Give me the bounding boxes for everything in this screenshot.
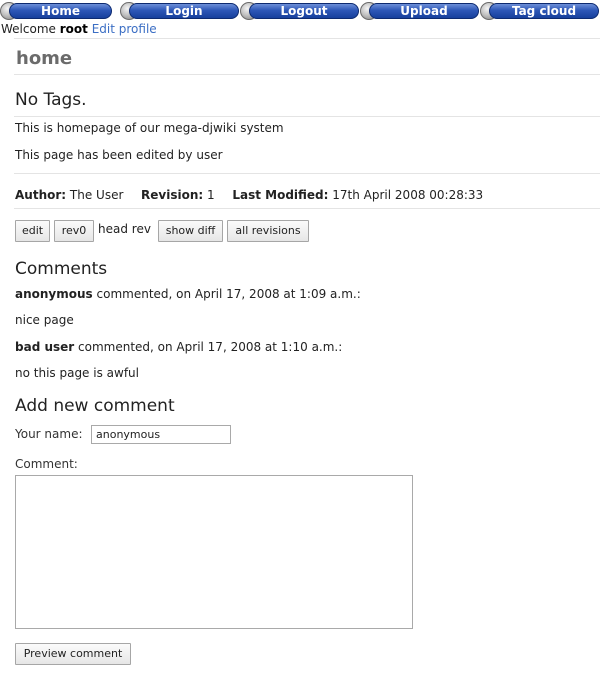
author-label: Author: xyxy=(15,188,67,202)
nav-tag-cloud-button[interactable]: Tag cloud xyxy=(489,3,599,19)
nav-login-button[interactable]: Login xyxy=(129,3,239,19)
nav-upload-button[interactable]: Upload xyxy=(369,3,479,19)
last-modified-value: 17th April 2008 00:28:33 xyxy=(332,188,484,202)
comment-text: no this page is awful xyxy=(15,366,139,380)
page-meta: Author: The User Revision: 1 Last Modifi… xyxy=(15,188,483,202)
divider xyxy=(14,38,600,39)
comment-text: nice page xyxy=(15,313,74,327)
edit-button[interactable]: edit xyxy=(15,220,50,242)
last-modified-label: Last Modified: xyxy=(232,188,329,202)
page-title: home xyxy=(16,48,73,69)
add-comment-heading: Add new comment xyxy=(15,396,175,416)
page-content-line-2: This page has been edited by user xyxy=(15,148,223,162)
all-revisions-button[interactable]: all revisions xyxy=(227,220,309,242)
show-diff-button[interactable]: show diff xyxy=(158,220,223,242)
name-label: Your name: xyxy=(15,427,83,441)
head-rev-label: head rev xyxy=(98,222,151,236)
nav-item-upload[interactable]: Upload xyxy=(360,1,480,21)
author-value: The User xyxy=(69,188,124,202)
top-nav: Home Login Logout Upload Tag cloud xyxy=(0,0,600,22)
nav-item-logout[interactable]: Logout xyxy=(240,1,360,21)
rev0-button[interactable]: rev0 xyxy=(54,220,94,242)
welcome-prefix: Welcome xyxy=(1,22,56,36)
revision-label: Revision: xyxy=(141,188,204,202)
welcome-username: root xyxy=(59,22,88,36)
preview-comment-button[interactable]: Preview comment xyxy=(15,643,131,665)
nav-logout-button[interactable]: Logout xyxy=(249,3,359,19)
page-content-line-1: This is homepage of our mega-djwiki syst… xyxy=(15,121,284,135)
divider xyxy=(14,173,600,174)
nav-item-login[interactable]: Login xyxy=(120,1,240,21)
comment-author: bad user xyxy=(15,340,75,354)
nav-item-home[interactable]: Home xyxy=(0,1,120,21)
edit-profile-link[interactable]: Edit profile xyxy=(92,22,157,36)
comment-meta: commented, on April 17, 2008 at 1:09 a.m… xyxy=(96,287,361,301)
name-input[interactable] xyxy=(91,425,231,444)
welcome-line: Welcome root Edit profile xyxy=(1,22,157,36)
divider xyxy=(14,74,600,75)
tags-heading: No Tags. xyxy=(15,90,87,110)
comment-meta: commented, on April 17, 2008 at 1:10 a.m… xyxy=(78,340,343,354)
comment-author: anonymous xyxy=(15,287,93,301)
revision-value: 1 xyxy=(207,188,215,202)
nav-home-button[interactable]: Home xyxy=(9,3,112,19)
comment-header: bad user commented, on April 17, 2008 at… xyxy=(15,340,342,354)
divider xyxy=(14,116,600,117)
comments-heading: Comments xyxy=(15,259,108,279)
comment-header: anonymous commented, on April 17, 2008 a… xyxy=(15,287,361,301)
divider xyxy=(14,208,600,209)
comment-label: Comment: xyxy=(15,457,78,471)
nav-item-tag-cloud[interactable]: Tag cloud xyxy=(480,1,600,21)
comment-textarea[interactable] xyxy=(15,475,413,629)
